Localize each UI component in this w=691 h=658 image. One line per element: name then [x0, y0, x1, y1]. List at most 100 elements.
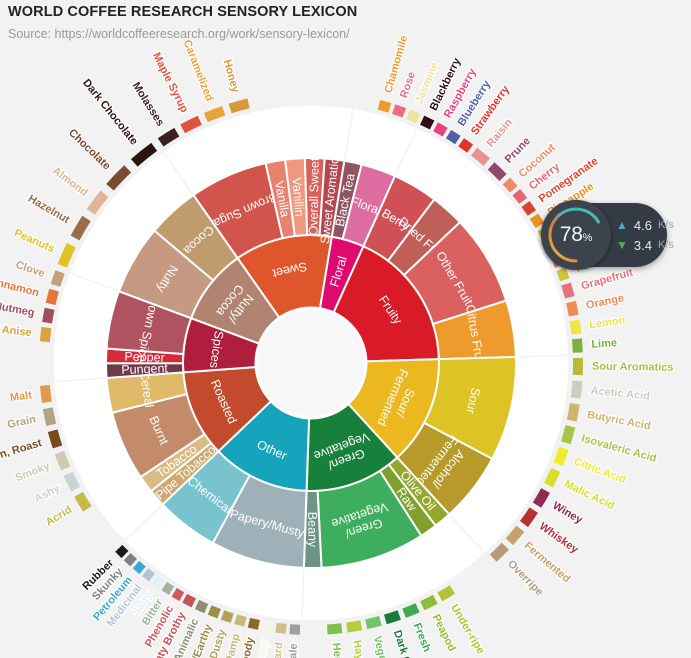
sunburst-leaf-swatch[interactable] [39, 326, 52, 343]
sunburst-leaf-swatch[interactable] [63, 471, 81, 492]
leaf-label: Honey [221, 58, 242, 94]
sunburst-leaf-swatch[interactable] [207, 605, 221, 619]
leaf-label: Fresh [411, 621, 433, 654]
leaf-label: Overripe [505, 558, 545, 599]
sunburst-leaf-swatch[interactable] [171, 587, 185, 602]
sunburst-leaf-swatch[interactable] [289, 624, 301, 635]
leaf-label: Clove [14, 259, 46, 280]
sunburst-leaf-swatch[interactable] [566, 403, 580, 422]
usage-gauge: 78% [541, 200, 611, 270]
leaf-label: Orange [585, 292, 625, 312]
leaf-label: Smoky [14, 460, 53, 485]
sunburst-leaf-swatch[interactable] [161, 581, 175, 595]
sunburst-leaf-swatch[interactable] [570, 380, 583, 399]
leaf-label: Acrid [44, 504, 74, 529]
leaf-label: Isovaleric Acid [580, 433, 658, 465]
sunburst-leaf-swatch[interactable] [182, 593, 196, 608]
sunburst-leaf-swatch[interactable] [420, 115, 435, 130]
sunburst-leaf-swatch[interactable] [406, 109, 421, 124]
upload-rate-unit: K/s [657, 219, 674, 231]
sunburst-leaf-swatch[interactable] [275, 622, 287, 634]
leaf-label: Sour Aromatics [592, 361, 674, 374]
leaf-label: Hay-like [350, 639, 369, 658]
sunburst-leaf-swatch[interactable] [566, 300, 579, 317]
leaf-label: Winey [550, 500, 585, 527]
sunburst-leaf-swatch[interactable] [228, 98, 250, 114]
sunburst-leaf-swatch[interactable] [50, 270, 65, 287]
sunburst-leaf-swatch[interactable] [572, 357, 583, 376]
sunburst-leaf-swatch[interactable] [561, 282, 575, 299]
sunburst-leaf-swatch[interactable] [151, 575, 165, 589]
sunburst-leaf-swatch[interactable] [326, 623, 343, 635]
sunburst-leaf-swatch[interactable] [571, 338, 583, 353]
leaf-label: Citric Acid [572, 456, 627, 486]
sunburst-leaf-swatch[interactable] [543, 467, 561, 488]
chart-center-hole[interactable] [254, 306, 368, 420]
sunburst-leaf-swatch[interactable] [247, 617, 260, 630]
sunburst-leaf-swatch[interactable] [521, 200, 537, 216]
sunburst-leaf-swatch[interactable] [234, 614, 247, 627]
sunburst-leaf-swatch[interactable] [420, 594, 438, 611]
sunburst-leaf-swatch[interactable] [42, 307, 55, 324]
sunburst-leaf-swatch[interactable] [203, 105, 226, 123]
leaf-label: Lemon [589, 314, 627, 331]
arrow-up-icon: ▲ [616, 218, 628, 232]
sunburst-leaf-swatch[interactable] [115, 544, 129, 559]
gauge-percent-value: 78 [559, 223, 583, 246]
upload-rate-row: ▲ 4.6 K/s [616, 218, 674, 233]
sunburst-leaf-swatch[interactable] [47, 429, 63, 449]
sunburst-leaf-swatch[interactable] [377, 99, 392, 113]
sunburst-leaf-swatch[interactable] [402, 603, 420, 618]
leaf-label: Butyric Acid [586, 409, 651, 433]
gauge-percent-text: 78% [559, 223, 593, 247]
sunburst-leaf-swatch[interactable] [220, 610, 234, 623]
sunburst-leaf-swatch[interactable] [433, 122, 448, 137]
coffee-flavor-sunburst-chart[interactable]: SweetBrown SugarMolassesMaple SyrupCaram… [0, 0, 691, 658]
sensory-wheel-page: WORLD COFFEE RESEARCH SENSORY LEXICON So… [0, 0, 691, 658]
leaf-label: Stale [286, 643, 300, 658]
sunburst-leaf-swatch[interactable] [365, 615, 382, 630]
download-rate-value: 3.4 [633, 237, 652, 253]
leaf-label: Acetic Acid [590, 385, 650, 403]
leaf-label: Molasses [130, 80, 167, 128]
leaf-label: Peanuts [12, 227, 56, 255]
leaf-label: Ashy [32, 482, 62, 505]
sunburst-leaf-swatch[interactable] [445, 129, 461, 145]
sunburst-leaf-swatch[interactable] [383, 610, 401, 625]
leaf-label: Caramelized [181, 38, 216, 103]
sunburst-leaf-swatch[interactable] [392, 104, 407, 118]
leaf-label: Peapod [430, 612, 458, 653]
sunburst-leaf-swatch[interactable] [458, 138, 474, 153]
sunburst-leaf-swatch[interactable] [561, 425, 576, 445]
leaf-label: Vegetative [371, 635, 395, 658]
leaf-label: Cinnamon [0, 274, 40, 299]
leaf-label: Malt [9, 390, 33, 405]
upload-rate-value: 4.6 [633, 217, 652, 233]
transfer-rates: ▲ 4.6 K/s ▼ 3.4 K/s [616, 218, 674, 253]
sunburst-leaf-swatch[interactable] [39, 385, 52, 404]
leaf-label: Hazelnut [26, 193, 72, 227]
network-speed-meter-widget[interactable]: 78% ▲ 4.6 K/s ▼ 3.4 K/s [541, 200, 674, 270]
sunburst-leaf-swatch[interactable] [123, 553, 137, 567]
sunburst-leaf-swatch[interactable] [569, 319, 582, 335]
gauge-percent-suffix: % [582, 232, 593, 244]
leaf-label: Chocolate [66, 127, 113, 173]
sunburst-leaf-swatch[interactable] [437, 585, 456, 602]
leaf-label: Herb-like [330, 642, 346, 658]
sunburst-leaf-swatch[interactable] [346, 620, 363, 633]
sunburst-leaf-swatch[interactable] [45, 288, 59, 305]
sunburst-leaf-swatch[interactable] [54, 450, 71, 471]
sunburst-leaf-swatch[interactable] [502, 177, 518, 193]
sunburst-leaf-swatch[interactable] [141, 568, 155, 582]
arrow-down-icon: ▼ [616, 238, 628, 252]
leaf-label: Anise [1, 324, 32, 339]
sunburst-leaf-swatch[interactable] [512, 189, 528, 204]
sunburst-leaf-swatch[interactable] [194, 599, 209, 614]
sunburst-leaf-swatch[interactable] [261, 620, 274, 633]
download-rate-unit: K/s [657, 239, 674, 251]
sunburst-leaf-swatch[interactable] [132, 560, 146, 575]
leaf-label: Almond [50, 165, 90, 199]
sunburst-leaf-swatch[interactable] [553, 446, 569, 467]
sunburst-leaf-swatch[interactable] [42, 407, 57, 427]
leaf-label: Lime [591, 337, 617, 351]
